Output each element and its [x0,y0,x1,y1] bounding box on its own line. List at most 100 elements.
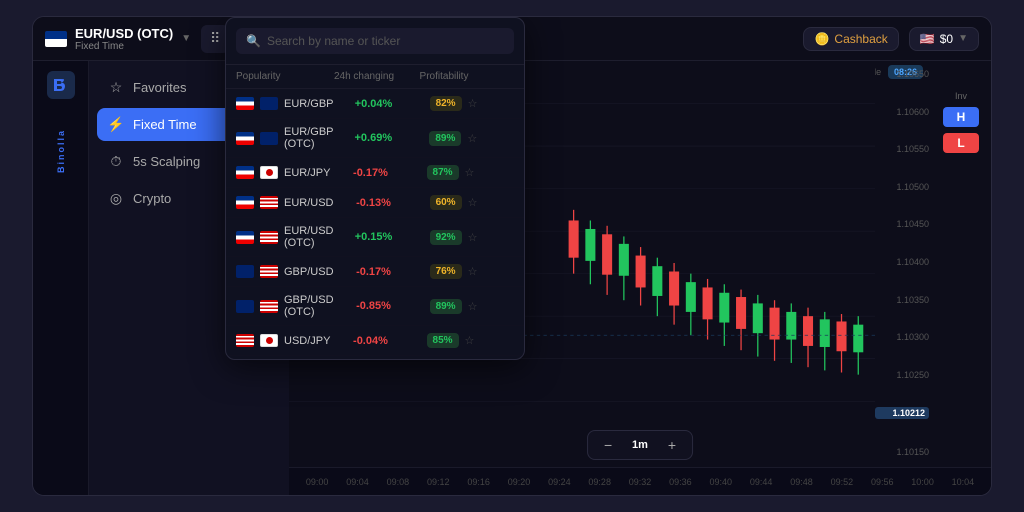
favorite-star-icon[interactable]: ☆ [465,334,475,347]
asset-name-cell: EUR/USD [236,196,334,209]
cashback-label: Cashback [834,32,887,46]
change-value: -0.04% [330,335,410,347]
price-label-7: 1.10350 [875,295,929,305]
price-label-3: 1.10550 [875,144,929,154]
flag-secondary [260,196,278,209]
asset-name-cell: GBP/USD (OTC) [236,294,334,318]
price-label-8: 1.10300 [875,332,929,342]
asset-pair-name: GBP/USD (OTC) [284,294,334,318]
table-row[interactable]: AUD/CAD - - ☆ [226,356,524,359]
change-value: -0.17% [330,167,410,179]
profit-cell: 87% ☆ [410,165,490,180]
nav-label-crypto: Crypto [133,191,171,206]
flag-secondary [260,97,278,110]
nav-label-scalping: 5s Scalping [133,154,200,169]
time-09-12: 09:12 [418,477,458,487]
timeframe-label: 1m [626,439,654,451]
zoom-controls: − 1m + [587,430,693,460]
profit-badge: 82% [430,96,462,111]
table-row[interactable]: GBP/USD (OTC) -0.85% 89% ☆ [226,287,524,326]
profit-cell: 85% ☆ [410,333,490,348]
brand-logo [47,71,75,105]
sidebar: Binolla [33,61,89,495]
col-popularity: Popularity [236,71,324,82]
time-09-16: 09:16 [458,477,498,487]
asset-name-cell: EUR/GBP (OTC) [236,126,333,150]
time-09-28: 09:28 [580,477,620,487]
asset-pair-name: GBP/USD [284,266,334,278]
time-09-00: 09:00 [297,477,337,487]
table-row[interactable]: EUR/USD -0.13% 60% ☆ [226,188,524,218]
flag-secondary [260,166,278,179]
nav-label-favorites: Favorites [133,80,186,95]
profit-badge: 89% [429,131,461,146]
time-09-44: 09:44 [741,477,781,487]
table-row[interactable]: USD/JPY -0.04% 85% ☆ [226,326,524,356]
table-row[interactable]: GBP/USD -0.17% 76% ☆ [226,257,524,287]
zoom-in-button[interactable]: + [662,435,682,455]
cashback-button[interactable]: 🪙 Cashback [803,27,898,51]
flag-primary [236,166,254,179]
profit-badge: 87% [427,165,459,180]
favorite-star-icon[interactable]: ☆ [468,196,478,209]
change-value: -0.13% [334,197,414,209]
table-row[interactable]: EUR/USD (OTC) +0.15% 92% ☆ [226,218,524,257]
table-row[interactable]: EUR/JPY -0.17% 87% ☆ [226,158,524,188]
flag-primary [236,196,254,209]
asset-name-cell: EUR/JPY [236,166,330,179]
flag-secondary [260,300,278,313]
asset-list: EUR/GBP +0.04% 82% ☆ EUR/GBP (OTC) +0.69… [226,89,524,359]
asset-pair-name: EUR/GBP (OTC) [284,126,333,150]
favorite-star-icon[interactable]: ☆ [468,97,478,110]
favorite-star-icon[interactable]: ☆ [468,231,478,244]
price-label-1: 1.10650 [875,69,929,79]
profit-cell: 60% ☆ [414,195,494,210]
balance-amount: $0 [940,32,953,46]
current-price-label: 1.10212 [875,407,929,419]
timer-icon: ⏱ [107,153,125,170]
asset-name: EUR/USD (OTC) [75,26,173,41]
zoom-out-button[interactable]: − [598,435,618,455]
change-value: +0.15% [334,231,414,243]
asset-pair-name: EUR/JPY [284,167,330,179]
flag-primary [236,265,254,278]
profit-badge: 85% [427,333,459,348]
asset-pair-name: USD/JPY [284,335,330,347]
favorite-star-icon[interactable]: ☆ [465,166,475,179]
favorite-star-icon[interactable]: ☆ [467,132,477,145]
time-09-20: 09:20 [499,477,539,487]
balance-button[interactable]: 🇺🇸 $0 ▼ [909,27,979,51]
asset-pair-name: EUR/USD (OTC) [284,225,334,249]
asset-info: EUR/USD (OTC) Fixed Time [75,26,173,52]
price-labels: 1.10650 1.10600 1.10550 1.10500 1.10450 … [875,61,929,465]
high-button[interactable]: H [943,107,980,127]
low-button[interactable]: L [943,133,978,153]
asset-pair-name: EUR/USD [284,197,334,209]
time-10-04: 10:04 [943,477,983,487]
col-fav [484,71,514,82]
favorite-star-icon[interactable]: ☆ [468,265,478,278]
profit-cell: 76% ☆ [414,264,494,279]
change-value: +0.69% [333,132,413,144]
trade-buttons: Inv H L [933,91,989,153]
profit-badge: 76% [430,264,462,279]
cashback-coin-icon: 🪙 [814,32,829,46]
table-row[interactable]: EUR/GBP +0.04% 82% ☆ [226,89,524,119]
flag-primary [236,132,254,145]
chevron-down-icon: ▼ [958,33,968,44]
time-09-48: 09:48 [781,477,821,487]
profit-badge: 92% [430,230,462,245]
change-value: -0.85% [334,300,414,312]
asset-selector[interactable]: EUR/USD (OTC) Fixed Time ▼ [45,26,191,52]
time-10-00: 10:00 [902,477,942,487]
time-axis: 09:00 09:04 09:08 09:12 09:16 09:20 09:2… [289,467,991,495]
favorite-star-icon[interactable]: ☆ [468,300,478,313]
price-label-6: 1.10400 [875,257,929,267]
time-09-52: 09:52 [822,477,862,487]
table-row[interactable]: EUR/GBP (OTC) +0.69% 89% ☆ [226,119,524,158]
flag-primary [236,334,254,347]
time-09-08: 09:08 [378,477,418,487]
inv-label: Inv [955,91,967,101]
price-label-4: 1.10500 [875,182,929,192]
lightning-icon: ⚡ [107,116,125,133]
